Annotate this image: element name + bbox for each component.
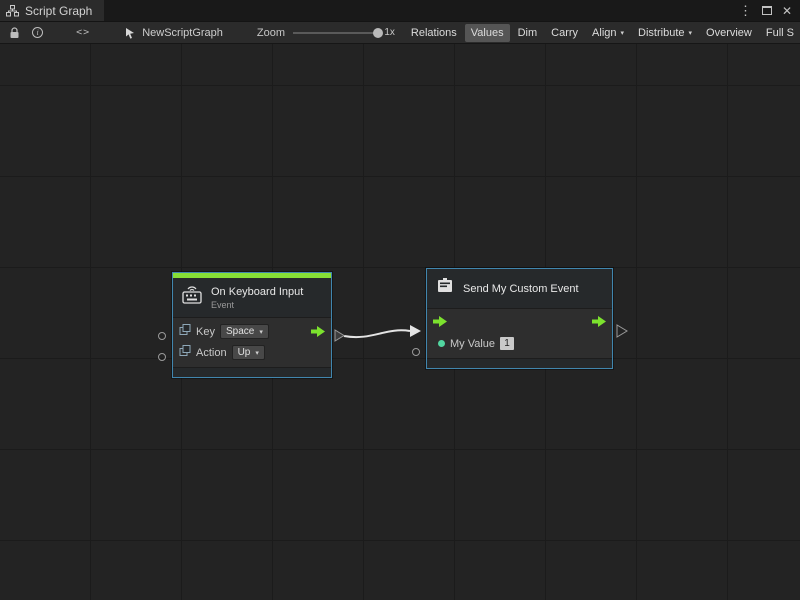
kebab-menu-icon[interactable]: ⋮ [739, 3, 752, 19]
node-header[interactable]: Send My Custom Event [427, 269, 612, 308]
port-row-action: Action Up ▾ [173, 342, 331, 363]
tab-script-graph[interactable]: Script Graph [0, 0, 104, 21]
chevron-down-icon: ▾ [621, 29, 625, 37]
key-dropdown[interactable]: Space ▾ [220, 324, 269, 339]
graph-name: NewScriptGraph [142, 27, 223, 39]
port-label: Action [196, 347, 227, 359]
flow-output-port[interactable] [311, 326, 325, 337]
code-icon[interactable]: <> [76, 27, 90, 38]
node-title: On Keyboard Input [211, 286, 303, 298]
chevron-down-icon: ▾ [259, 328, 263, 336]
input-port-my-value[interactable] [412, 348, 420, 356]
graph-toolbar: i <> NewScriptGraph Zoom 1x Relations Va… [0, 22, 800, 44]
action-dropdown[interactable]: Up ▾ [232, 345, 265, 360]
align-button[interactable]: Align ▾ [586, 24, 630, 42]
node-body: Key Space ▾ A [173, 317, 331, 367]
value-input-field[interactable]: 1 [500, 337, 514, 350]
node-on-keyboard-input[interactable]: On Keyboard Input Event Key Space ▾ [172, 272, 332, 378]
values-button[interactable]: Values [465, 24, 510, 42]
port-row-key: Key Space ▾ [173, 321, 331, 342]
chevron-down-icon: ▾ [689, 29, 693, 37]
zoom-slider-track [293, 32, 380, 34]
toolbar-buttons: Relations Values Dim Carry Align ▾ Distr… [405, 24, 800, 42]
port-label: Key [196, 326, 215, 338]
connection-wires [0, 44, 800, 600]
maximize-icon[interactable] [762, 6, 772, 15]
lock-icon[interactable] [6, 24, 23, 42]
node-body: My Value 1 [427, 308, 612, 358]
wire-arrowhead-icon [410, 325, 421, 337]
input-port-key[interactable] [158, 332, 166, 340]
value-input-port[interactable] [438, 340, 445, 347]
info-icon[interactable]: i [29, 24, 46, 42]
script-graph-icon [6, 2, 19, 20]
graph-canvas[interactable]: On Keyboard Input Event Key Space ▾ [0, 44, 800, 600]
zoom-value: 1x [384, 27, 395, 38]
window-controls: ⋮ ✕ [739, 0, 800, 21]
flow-source-triangle-icon [335, 330, 344, 341]
node-footer [173, 367, 331, 377]
wire-keyboard-to-event [344, 330, 410, 337]
script-graph-window: Script Graph ⋮ ✕ i <> NewScriptGraph Zoo… [0, 0, 800, 600]
port-row-my-value: My Value 1 [427, 333, 612, 354]
node-subtitle: Event [211, 300, 303, 310]
close-icon[interactable]: ✕ [782, 4, 792, 18]
zoom-slider[interactable] [293, 26, 380, 40]
flow-sink-triangle-icon [617, 325, 627, 337]
distribute-button[interactable]: Distribute ▾ [632, 24, 698, 42]
tab-title: Script Graph [25, 4, 92, 18]
node-send-my-custom-event[interactable]: Send My Custom Event My Value 1 [426, 268, 613, 369]
zoom-slider-thumb[interactable] [373, 28, 383, 38]
port-row-flow [427, 312, 612, 333]
graph-pointer-icon [124, 24, 136, 42]
flow-output-port[interactable] [592, 316, 606, 330]
flow-input-port[interactable] [433, 316, 447, 330]
keyboard-icon [181, 285, 203, 310]
custom-event-icon [435, 276, 455, 301]
relations-button[interactable]: Relations [405, 24, 463, 42]
node-header[interactable]: On Keyboard Input Event [173, 278, 331, 317]
carry-button[interactable]: Carry [545, 24, 584, 42]
fullscreen-button[interactable]: Full S [760, 24, 800, 42]
zoom-label: Zoom [257, 27, 285, 39]
node-title: Send My Custom Event [463, 283, 579, 295]
overview-button[interactable]: Overview [700, 24, 758, 42]
variable-icon [179, 345, 191, 360]
port-label: My Value [450, 338, 495, 350]
variable-icon [179, 324, 191, 339]
chevron-down-icon: ▾ [255, 349, 259, 357]
dim-button[interactable]: Dim [512, 24, 544, 42]
node-footer [427, 358, 612, 368]
tab-bar: Script Graph ⋮ ✕ [0, 0, 800, 22]
input-port-action[interactable] [158, 353, 166, 361]
